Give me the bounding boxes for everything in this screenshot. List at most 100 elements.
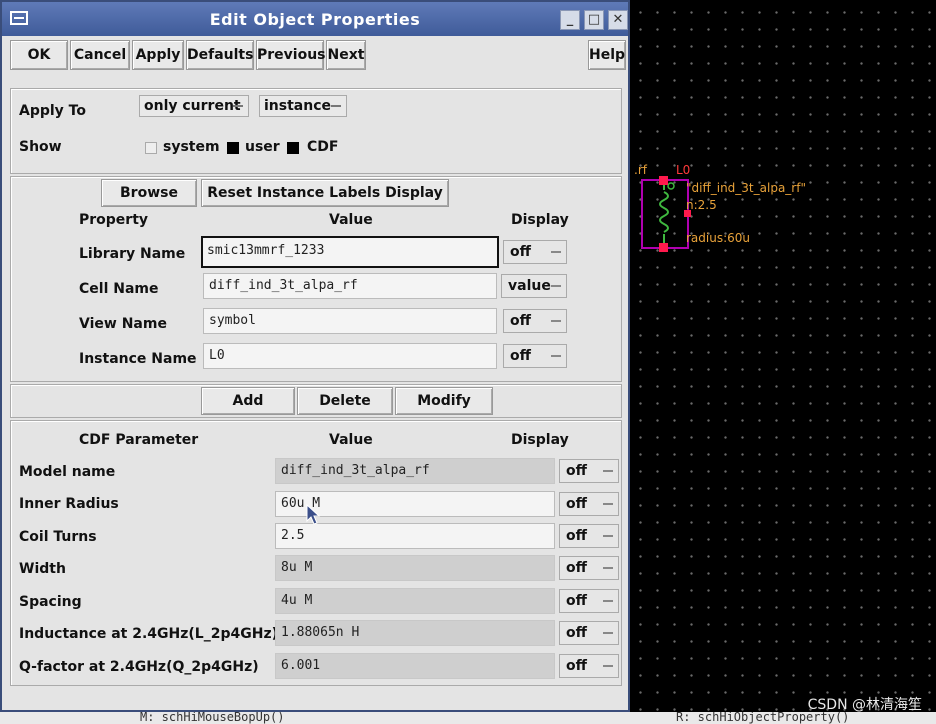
display-value: off bbox=[566, 658, 587, 674]
cdf-param-name: Spacing bbox=[19, 594, 82, 610]
minimize-icon[interactable]: _ bbox=[560, 10, 580, 30]
library-name-input[interactable]: smic13mmrf_1233 bbox=[201, 236, 499, 268]
apply-target-dropdown[interactable]: instance bbox=[259, 95, 347, 117]
library-name-display-select[interactable]: off bbox=[503, 240, 567, 264]
dropdown-arrow-icon bbox=[603, 535, 613, 537]
coil-turns-input[interactable]: 2.5 bbox=[275, 523, 555, 549]
view-name-input[interactable]: symbol bbox=[203, 308, 497, 334]
dropdown-arrow-icon bbox=[551, 355, 561, 357]
inductance-display-select[interactable]: off bbox=[559, 621, 619, 645]
titlebar[interactable]: Edit Object Properties _ □ ✕ bbox=[2, 2, 628, 36]
display-value: off bbox=[566, 528, 587, 544]
model-name-field: diff_ind_3t_alpa_rf bbox=[275, 458, 555, 484]
property-name: Cell Name bbox=[79, 281, 159, 297]
dropdown-arrow-icon bbox=[551, 285, 561, 287]
add-button[interactable]: Add bbox=[201, 387, 295, 415]
apply-scope-dropdown[interactable]: only current bbox=[139, 95, 249, 117]
cell-name-display-select[interactable]: value bbox=[501, 274, 567, 298]
model-name-display-select[interactable]: off bbox=[559, 459, 619, 483]
q-factor-display-select[interactable]: off bbox=[559, 654, 619, 678]
inner-radius-display-select[interactable]: off bbox=[559, 492, 619, 516]
q-factor-field: 6.001 bbox=[275, 653, 555, 679]
radius-label: radius:60u bbox=[686, 231, 751, 245]
browse-button[interactable]: Browse bbox=[101, 179, 197, 207]
status-bar: M: schHiMouseBopUp() R: schHiObjectPrope… bbox=[0, 712, 936, 724]
user-checkbox[interactable] bbox=[227, 142, 239, 154]
cdf-parameter-header: CDF Parameter bbox=[79, 432, 199, 448]
cdf-param-name: Q-factor at 2.4GHz(Q_2p4GHz) bbox=[19, 659, 259, 675]
apply-scope-value: only current bbox=[144, 98, 241, 114]
system-checkbox-label: system bbox=[163, 139, 220, 155]
cdf-checkbox-label: CDF bbox=[307, 139, 339, 155]
user-checkbox-label: user bbox=[245, 139, 280, 155]
status-left: M: schHiMouseBopUp() bbox=[140, 712, 285, 724]
view-name-display-select[interactable]: off bbox=[503, 309, 567, 333]
modify-button[interactable]: Modify bbox=[395, 387, 493, 415]
show-label: Show bbox=[19, 139, 62, 155]
ok-button[interactable]: OK bbox=[10, 40, 68, 70]
dropdown-arrow-icon bbox=[603, 470, 613, 472]
delete-button[interactable]: Delete bbox=[297, 387, 393, 415]
cancel-button[interactable]: Cancel bbox=[70, 40, 130, 70]
edit-object-properties-dialog: Edit Object Properties _ □ ✕ OK Cancel A… bbox=[0, 0, 630, 712]
dropdown-arrow-icon bbox=[331, 105, 341, 107]
help-button[interactable]: Help bbox=[588, 40, 626, 70]
display-value: value bbox=[508, 278, 551, 294]
mouse-pointer-icon bbox=[306, 504, 321, 525]
cell-name-input[interactable]: diff_ind_3t_alpa_rf bbox=[203, 273, 497, 299]
watermark: CSDN @林清海笙 bbox=[807, 697, 922, 713]
instance-name-display-select[interactable]: off bbox=[503, 344, 567, 368]
dropdown-arrow-icon bbox=[603, 600, 613, 602]
display-header: Display bbox=[511, 212, 569, 228]
display-value: off bbox=[566, 560, 587, 576]
display-value: off bbox=[566, 593, 587, 609]
next-button[interactable]: Next bbox=[326, 40, 366, 70]
instance-name-input[interactable]: L0 bbox=[203, 343, 497, 369]
cdf-param-name: Model name bbox=[19, 464, 116, 480]
schematic-canvas[interactable]: .rf L0 "diff_ind_3t_alpa_rf" n:2.5 radiu… bbox=[630, 0, 936, 724]
display-value: off bbox=[566, 496, 587, 512]
dropdown-arrow-icon bbox=[551, 320, 561, 322]
width-display-select[interactable]: off bbox=[559, 556, 619, 580]
dropdown-arrow-icon bbox=[603, 632, 613, 634]
property-name: Instance Name bbox=[79, 351, 197, 367]
cdf-panel: CDF Parameter Value Display Model name d… bbox=[10, 420, 622, 686]
property-header: Property bbox=[79, 212, 149, 228]
spacing-display-select[interactable]: off bbox=[559, 589, 619, 613]
display-value: off bbox=[510, 348, 531, 364]
apply-target-value: instance bbox=[264, 98, 331, 114]
cell-label: "diff_ind_3t_alpa_rf" bbox=[686, 181, 806, 195]
cdf-checkbox[interactable] bbox=[287, 142, 299, 154]
close-icon[interactable]: ✕ bbox=[608, 10, 628, 30]
maximize-icon[interactable]: □ bbox=[584, 10, 604, 30]
dropdown-arrow-icon bbox=[603, 503, 613, 505]
cdf-display-header: Display bbox=[511, 432, 569, 448]
display-value: off bbox=[566, 625, 587, 641]
property-name: Library Name bbox=[79, 246, 186, 262]
status-right: R: schHiObjectProperty() bbox=[676, 712, 850, 724]
reset-labels-button[interactable]: Reset Instance Labels Display bbox=[201, 179, 449, 207]
previous-button[interactable]: Previous bbox=[256, 40, 326, 70]
cdf-param-name: Inductance at 2.4GHz(L_2p4GHz) bbox=[19, 626, 278, 642]
turns-label: n:2.5 bbox=[686, 198, 717, 212]
system-checkbox[interactable] bbox=[145, 142, 157, 154]
display-value: off bbox=[510, 244, 531, 260]
value-header: Value bbox=[329, 212, 373, 228]
property-name: View Name bbox=[79, 316, 167, 332]
dropdown-arrow-icon bbox=[603, 567, 613, 569]
defaults-button[interactable]: Defaults bbox=[186, 40, 254, 70]
dropdown-arrow-icon bbox=[603, 665, 613, 667]
action-bar: Add Delete Modify bbox=[10, 384, 622, 418]
display-value: off bbox=[566, 463, 587, 479]
apply-to-label: Apply To bbox=[19, 103, 86, 119]
coil-turns-display-select[interactable]: off bbox=[559, 524, 619, 548]
apply-button[interactable]: Apply bbox=[132, 40, 184, 70]
dropdown-arrow-icon bbox=[551, 251, 561, 253]
cdf-param-name: Coil Turns bbox=[19, 529, 97, 545]
property-panel: Browse Reset Instance Labels Display Pro… bbox=[10, 176, 622, 382]
cdf-param-name: Inner Radius bbox=[19, 496, 119, 512]
cdf-value-header: Value bbox=[329, 432, 373, 448]
dropdown-arrow-icon bbox=[233, 105, 243, 107]
apply-to-panel: Apply To only current instance Show syst… bbox=[10, 88, 622, 174]
display-value: off bbox=[510, 313, 531, 329]
